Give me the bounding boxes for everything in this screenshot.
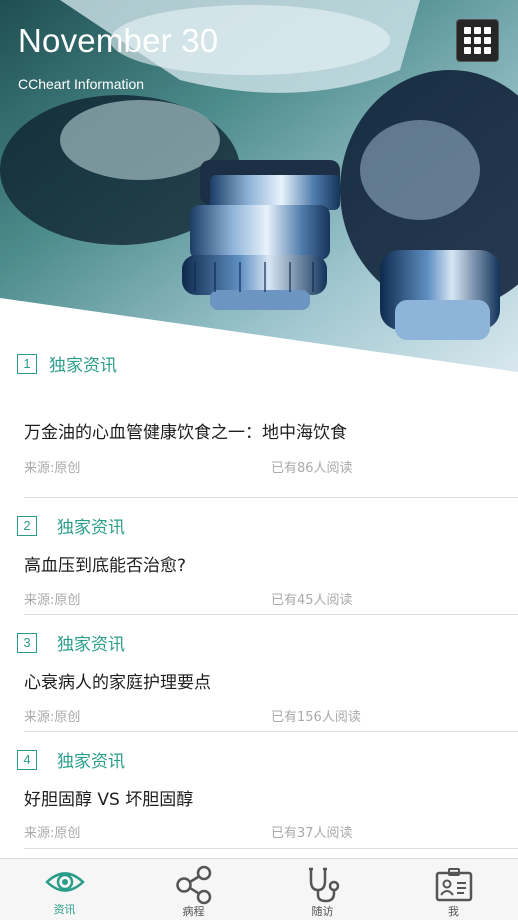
article-title[interactable]: 心衰病人的家庭护理要点: [24, 668, 211, 693]
tab-label: 我: [448, 905, 459, 918]
article-tag: 独家资讯: [57, 752, 125, 772]
article-header: 3 独家资讯: [17, 630, 125, 655]
article-number: 1: [17, 353, 37, 374]
article-title[interactable]: 好胆固醇 VS 坏胆固醇: [24, 785, 193, 810]
app-subtitle: CCheart Information: [18, 76, 145, 92]
divider: [24, 614, 518, 615]
article-read-count: 已有45人阅读: [271, 593, 353, 608]
tab-followup[interactable]: 随访: [258, 859, 387, 920]
article-header: 4 独家资讯: [17, 747, 125, 772]
article-number: 4: [17, 749, 37, 770]
tab-label: 病程: [182, 905, 205, 918]
tab-news[interactable]: 资讯: [0, 859, 129, 920]
article-header: 2 独家资讯: [17, 513, 125, 538]
article-tag: 独家资讯: [49, 356, 117, 376]
article-header: 1 独家资讯: [17, 351, 117, 376]
tab-label: 资讯: [53, 903, 76, 916]
article-read-count: 已有156人阅读: [271, 710, 361, 725]
bottom-tab-bar: 资讯 病程 随访 我: [0, 858, 518, 920]
article-tag: 独家资讯: [57, 518, 125, 538]
stethoscope-icon: [308, 867, 339, 903]
tab-course[interactable]: 病程: [129, 859, 258, 920]
article-source: 来源:原创: [24, 826, 81, 841]
id-card-icon: [435, 868, 472, 902]
divider: [24, 497, 518, 498]
article-number: 3: [17, 632, 37, 653]
eye-icon: [44, 872, 85, 892]
article-title[interactable]: 万金油的心血管健康饮食之一：地中海饮食: [24, 418, 347, 443]
divider: [24, 848, 518, 849]
divider: [24, 731, 518, 732]
hero-banner: November 30 CCheart Information: [0, 0, 518, 380]
tab-me[interactable]: 我: [389, 859, 518, 920]
article-tag: 独家资讯: [57, 635, 125, 655]
article-read-count: 已有86人阅读: [271, 461, 353, 476]
article-source: 来源:原创: [24, 593, 81, 608]
article-read-count: 已有37人阅读: [271, 826, 353, 841]
article-source: 来源:原创: [24, 710, 81, 725]
grid-menu-button[interactable]: [456, 19, 499, 62]
article-title[interactable]: 高血压到底能否治愈?: [24, 551, 186, 576]
grid-icon: [464, 27, 471, 34]
share-nodes-icon: [175, 865, 211, 905]
tab-label: 随访: [311, 905, 334, 918]
date-heading: November 30: [18, 22, 219, 59]
article-number: 2: [17, 515, 37, 536]
article-source: 来源:原创: [24, 461, 81, 476]
